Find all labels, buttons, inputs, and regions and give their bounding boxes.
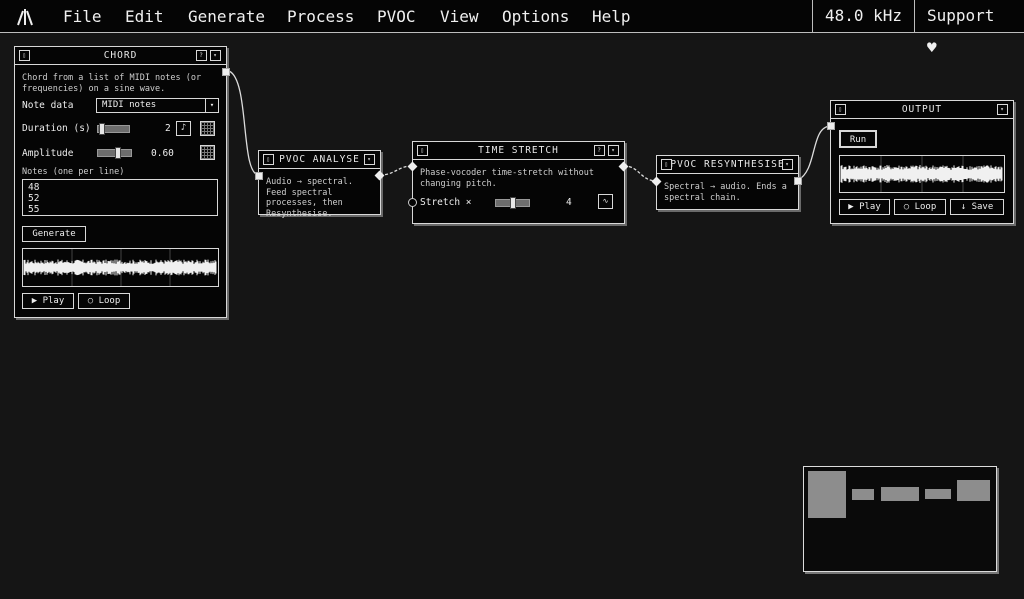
output-loop-button[interactable]: ○ Loop — [894, 199, 946, 215]
duration-value: 2 — [165, 123, 171, 134]
note-line: 55 — [28, 204, 40, 215]
time-stretch-title-bar[interactable]: ▯ TIME STRETCH ? ▾ — [413, 142, 624, 160]
note-line: 52 — [28, 193, 40, 204]
amplitude-slider[interactable] — [97, 147, 132, 159]
pvoc-resynth-title-bar[interactable]: ▯ PVOC RESYNTHESISE ▾ — [657, 156, 798, 174]
node-type-icon: ▯ — [417, 145, 428, 156]
node-type-icon: ▯ — [661, 159, 672, 170]
node-menu-icon[interactable]: ▾ — [997, 104, 1008, 115]
waveform-path — [23, 259, 217, 276]
stretch-value: 4 — [566, 197, 572, 208]
pvoc-analyse-title: PVOC ANALYSE — [279, 154, 360, 165]
output-title: OUTPUT — [901, 104, 943, 115]
duration-label: Duration (s) — [22, 123, 91, 134]
stretch-label: Stretch × — [420, 197, 472, 208]
output-title-bar[interactable]: ▯ OUTPUT ▾ — [831, 101, 1013, 119]
help-icon[interactable]: ? — [594, 145, 605, 156]
note-data-value: MIDI notes — [102, 100, 157, 110]
generate-button[interactable]: Generate — [22, 226, 86, 242]
output-node[interactable]: ▯ OUTPUT ▾ Run ▶ Play ○ Loop ↓ Save — [827, 100, 1014, 224]
time-stretch-node[interactable]: ▯ TIME STRETCH ? ▾ Phase-vocoder time-st… — [407, 141, 629, 224]
amplitude-slider-thumb[interactable] — [115, 147, 121, 159]
node-menu-icon[interactable]: ▾ — [364, 154, 375, 165]
connection-resynth-output — [797, 125, 832, 181]
waveform-path — [840, 165, 1003, 183]
modulation-input-port[interactable] — [408, 198, 417, 207]
minimap[interactable] — [803, 466, 997, 572]
pvoc-resynth-node[interactable]: ▯ PVOC RESYNTHESISE ▾ Spectral → audio. … — [651, 155, 802, 210]
chevron-down-icon: ▾ — [205, 99, 218, 112]
pvoc-analyse-description: Audio → spectral. Feed spectral processe… — [266, 177, 353, 219]
node-type-icon: ▯ — [835, 104, 846, 115]
node-menu-icon[interactable]: ▾ — [210, 50, 221, 61]
output-port[interactable] — [794, 177, 802, 185]
node-type-icon: ▯ — [263, 154, 274, 165]
note-line: 48 — [28, 182, 40, 193]
stretch-slider[interactable] — [495, 197, 530, 209]
note-icon[interactable]: ♪ — [176, 121, 191, 136]
amplitude-label: Amplitude — [22, 148, 74, 159]
amplitude-value: 0.60 — [151, 148, 174, 159]
duration-slider[interactable] — [97, 123, 130, 135]
stretch-slider-thumb[interactable] — [510, 197, 516, 209]
pvoc-resynth-description: Spectral → audio. Ends a spectral chain. — [664, 182, 787, 203]
time-stretch-title: TIME STRETCH — [478, 145, 559, 156]
connection-stretch-resynth — [623, 165, 658, 182]
waveform-graphic — [23, 249, 217, 286]
run-button[interactable]: Run — [839, 130, 877, 148]
node-menu-icon[interactable]: ▾ — [782, 159, 793, 170]
output-waveform — [839, 155, 1005, 193]
node-type-icon: ▯ — [19, 50, 30, 61]
connection-analyse-stretch — [379, 165, 413, 176]
output-port[interactable] — [222, 68, 230, 76]
input-port[interactable] — [827, 122, 835, 130]
input-port[interactable] — [255, 172, 263, 180]
chord-play-button[interactable]: ▶ Play — [22, 293, 74, 309]
modulate-grid-icon[interactable] — [200, 121, 215, 136]
chord-loop-button[interactable]: ○ Loop — [78, 293, 130, 309]
chord-waveform — [22, 248, 219, 287]
pvoc-analyse-title-bar[interactable]: ▯ PVOC ANALYSE ▾ — [259, 151, 380, 169]
amplitude-grid-icon[interactable] — [200, 145, 215, 160]
pvoc-resynth-title: PVOC RESYNTHESISE — [670, 159, 785, 170]
chord-description: Chord from a list of MIDI notes (or freq… — [22, 73, 202, 94]
minimap-output-node — [957, 480, 990, 501]
duration-slider-thumb[interactable] — [99, 123, 105, 135]
node-menu-icon[interactable]: ▾ — [608, 145, 619, 156]
note-data-select[interactable]: MIDI notes ▾ — [96, 98, 219, 113]
connection-chord-analyse — [228, 70, 260, 176]
chord-node[interactable]: ▯ CHORD ? ▾ Chord from a list of MIDI no… — [14, 46, 230, 318]
output-save-button[interactable]: ↓ Save — [950, 199, 1004, 215]
note-data-label: Note data — [22, 100, 74, 111]
minimap-resynth-node — [925, 489, 951, 499]
minimap-stretch-node — [881, 487, 919, 501]
time-stretch-description: Phase-vocoder time-stretch without chang… — [420, 168, 594, 189]
notes-label: Notes (one per line) — [22, 167, 125, 177]
chord-title-bar[interactable]: ▯ CHORD ? ▾ — [15, 47, 226, 65]
output-play-button[interactable]: ▶ Play — [839, 199, 890, 215]
chord-title: CHORD — [103, 50, 138, 61]
waveform-graphic — [840, 156, 1003, 192]
curve-icon[interactable]: ∿ — [598, 194, 613, 209]
pvoc-analyse-node[interactable]: ▯ PVOC ANALYSE ▾ Audio → spectral. Feed … — [255, 150, 385, 219]
help-icon[interactable]: ? — [196, 50, 207, 61]
minimap-chord-node — [808, 471, 846, 518]
minimap-analyse-node — [852, 489, 874, 500]
notes-textarea[interactable]: 48 52 55 — [22, 179, 218, 216]
